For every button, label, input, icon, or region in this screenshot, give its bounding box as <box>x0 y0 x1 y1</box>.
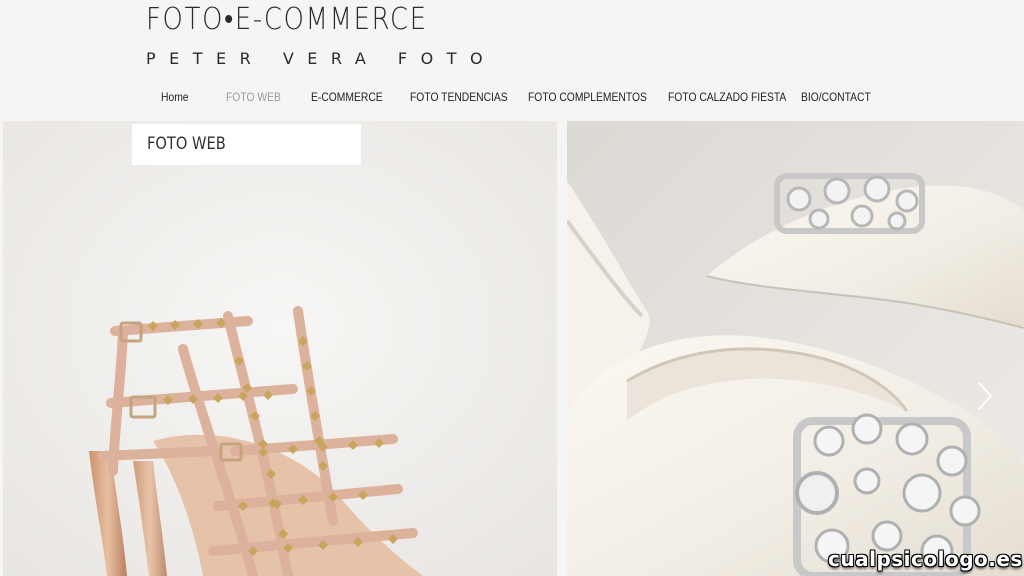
gallery-image-left[interactable] <box>3 121 557 576</box>
nav-item-e-commerce[interactable]: E-COMMERCE <box>311 90 383 104</box>
slingback-photo <box>567 121 1024 576</box>
nav-item-home[interactable]: Home <box>161 90 189 104</box>
nav-item-bio-contact[interactable]: BIO/CONTACT <box>801 90 871 104</box>
site-subtitle: PETER VERA FOTO <box>146 49 497 68</box>
gallery-image-right[interactable] <box>567 121 1024 576</box>
chevron-right-icon[interactable] <box>975 380 995 412</box>
main-nav: Home FOTO WEB E-COMMERCE FOTO TENDENCIAS… <box>0 90 1024 108</box>
sandal-photo <box>3 121 557 576</box>
section-label-box: FOTO WEB <box>132 124 361 165</box>
nav-item-foto-web[interactable]: FOTO WEB <box>226 90 281 104</box>
site-title[interactable]: FOTO•E-COMMERCE <box>146 2 428 37</box>
section-label: FOTO WEB <box>147 134 226 154</box>
nav-item-foto-complementos[interactable]: FOTO COMPLEMENTOS <box>528 90 647 104</box>
nav-item-foto-calzado-fiesta[interactable]: FOTO CALZADO FIESTA <box>668 90 786 104</box>
site-header: FOTO•E-COMMERCE PETER VERA FOTO Home FOT… <box>0 0 1024 120</box>
watermark: cualpsicologo.es <box>828 547 1023 571</box>
nav-item-foto-tendencias[interactable]: FOTO TENDENCIAS <box>410 90 508 104</box>
